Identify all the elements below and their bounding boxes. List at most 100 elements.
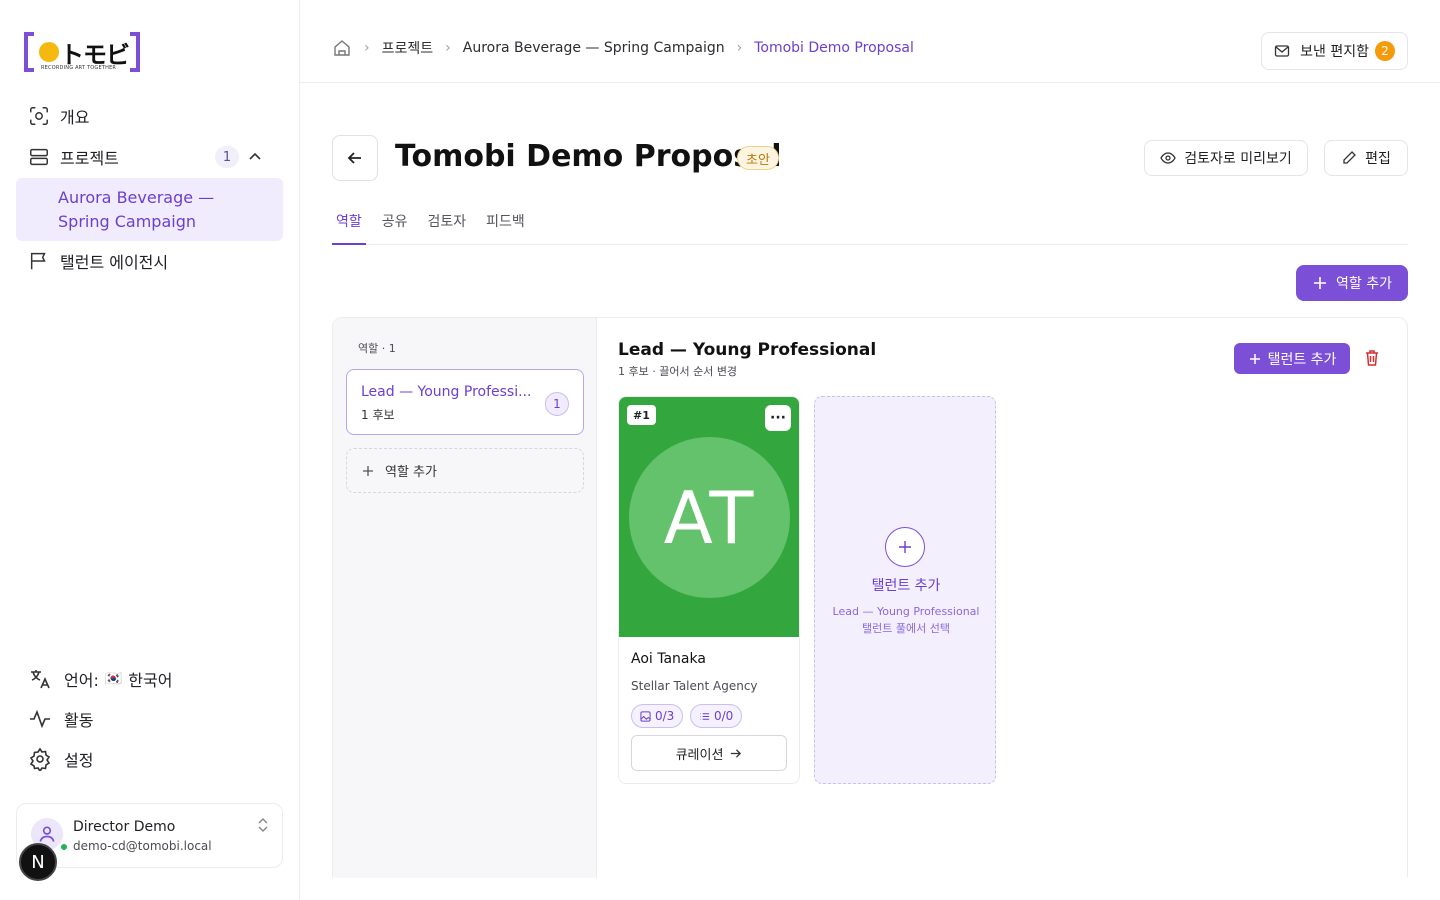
outbox-button[interactable]: 보낸 편지함 2: [1261, 32, 1408, 70]
top-bar: › 프로젝트 › Aurora Beverage — Spring Campai…: [300, 0, 1440, 83]
eye-icon: [1160, 152, 1176, 164]
page-tabs: 역할 공유 검토자 피드백: [332, 212, 1408, 245]
page-title: Tomobi Demo Proposal: [395, 139, 782, 174]
breadcrumb-current: Tomobi Demo Proposal: [754, 40, 914, 56]
role-item[interactable]: Lead — Young Professi... 1 후보 1: [346, 369, 584, 435]
sidebar-item-label: 탤런트 에이전시: [60, 253, 169, 272]
add-talent-slot[interactable]: 탤런트 추가 Lead — Young Professional 탤런트 풀에서…: [814, 396, 996, 784]
breadcrumb-projects[interactable]: 프로젝트: [382, 38, 434, 58]
add-slot-title: 탤런트 추가: [871, 578, 941, 594]
curate-button[interactable]: 큐레이션: [631, 735, 787, 771]
preview-as-reviewer-button[interactable]: 검토자로 미리보기: [1144, 140, 1308, 176]
add-role-button[interactable]: 역할 추가: [1296, 265, 1408, 301]
sidebar-subitem-aurora-campaign[interactable]: Aurora Beverage — Spring Campaign: [16, 178, 283, 241]
sidebar-item-settings[interactable]: 설정: [16, 742, 283, 776]
roles-panel: 역할 · 1 Lead — Young Professi... 1 후보 1 역…: [332, 317, 1408, 878]
dev-tools-badge[interactable]: N: [19, 843, 57, 881]
language-label: 언어:: [64, 671, 99, 690]
curate-label: 큐레이션: [675, 747, 724, 763]
tab-reviewers[interactable]: 검토자: [424, 212, 471, 245]
plus-icon: [363, 465, 373, 476]
chevron-up-down-icon: [258, 818, 268, 832]
chevron-right-icon: ›: [736, 40, 743, 56]
add-role-label: 역할 추가: [1336, 276, 1392, 292]
roles-count-header: 역할 · 1: [358, 342, 396, 355]
sidebar: トモビ RECORDING ART TOGETHER 개요 프로젝트 1 Aur…: [0, 0, 300, 900]
sidebar-item-label: 설정: [64, 751, 94, 770]
projects-icon: [28, 146, 50, 168]
add-slot-description: Lead — Young Professional 탤런트 풀에서 선택: [832, 605, 980, 635]
add-talent-label: 탤런트 추가: [1267, 351, 1337, 368]
plus-icon: [1314, 277, 1326, 289]
online-status-dot: [59, 842, 69, 852]
back-button[interactable]: [332, 135, 378, 181]
talent-initials-avatar: AT: [629, 437, 790, 598]
role-item-title: Lead — Young Professi...: [361, 384, 532, 400]
sidebar-item-activity[interactable]: 활동: [16, 702, 283, 736]
sidebar-item-label: 프로젝트: [60, 149, 119, 168]
sidebar-item-overview[interactable]: 개요: [16, 98, 283, 134]
talent-card[interactable]: AT #1 ··· Aoi Tanaka Stellar Talent Agen…: [618, 396, 800, 784]
flag-icon: [28, 250, 50, 272]
trash-icon[interactable]: [1364, 349, 1380, 367]
activity-icon: [28, 707, 52, 731]
chevron-right-icon: ›: [445, 40, 451, 56]
user-name: Director Demo: [73, 819, 176, 835]
outbox-label: 보낸 편지함: [1300, 44, 1369, 60]
projects-count-badge: 1: [215, 146, 239, 168]
translate-icon: [28, 667, 52, 691]
language-selector[interactable]: 언어: 🇰🇷 한국어: [16, 662, 283, 696]
talent-notes-count: 0/0: [714, 709, 734, 723]
chevron-up-icon[interactable]: [247, 149, 263, 165]
tab-share[interactable]: 공유: [378, 212, 412, 245]
tab-feedback[interactable]: 피드백: [482, 212, 529, 245]
overview-icon: [28, 105, 50, 127]
talent-photos-chip: 0/3: [631, 704, 684, 728]
role-detail-title: Lead — Young Professional: [618, 340, 877, 360]
preview-label: 검토자로 미리보기: [1184, 151, 1292, 167]
image-icon: [640, 710, 651, 722]
logo-bracket-right: [130, 32, 140, 72]
sidebar-item-label: 활동: [64, 711, 94, 730]
plus-circle-icon: [885, 527, 925, 567]
sidebar-item-projects[interactable]: 프로젝트 1: [16, 139, 283, 175]
language-value: 한국어: [128, 671, 173, 690]
user-email: demo-cd@tomobi.local: [73, 839, 212, 853]
edit-button[interactable]: 편집: [1324, 140, 1408, 176]
breadcrumb-campaign[interactable]: Aurora Beverage — Spring Campaign: [463, 40, 725, 56]
logo-dot: [39, 42, 59, 62]
chevron-right-icon: ›: [364, 40, 370, 56]
list-icon: [700, 712, 710, 720]
more-options-icon[interactable]: ···: [765, 405, 791, 431]
breadcrumb: › 프로젝트 › Aurora Beverage — Spring Campai…: [332, 38, 914, 58]
edit-label: 편집: [1365, 151, 1391, 167]
roles-list: 역할 · 1 Lead — Young Professi... 1 후보 1 역…: [333, 318, 597, 878]
mail-icon: [1274, 45, 1290, 57]
role-detail-subtitle: 1 후보 · 끌어서 순서 변경: [618, 365, 738, 378]
talent-notes-chip: 0/0: [690, 704, 743, 728]
add-role-inline-label: 역할 추가: [385, 465, 437, 480]
logo-tagline: RECORDING ART TOGETHER: [41, 65, 117, 71]
pencil-icon: [1343, 151, 1357, 164]
add-talent-button[interactable]: 탤런트 추가: [1234, 343, 1350, 374]
talent-agency: Stellar Talent Agency: [631, 679, 758, 693]
talent-name: Aoi Tanaka: [631, 651, 706, 667]
sidebar-item-talent-agency[interactable]: 탤런트 에이전시: [16, 243, 283, 279]
arrow-right-icon: [731, 748, 742, 758]
home-icon[interactable]: [332, 38, 352, 58]
korea-flag-icon: 🇰🇷: [104, 671, 123, 687]
sidebar-item-label: 개요: [60, 108, 90, 127]
settings-icon: [28, 747, 52, 773]
logo-bracket-left: [24, 32, 34, 72]
talent-photos-count: 0/3: [655, 709, 675, 723]
role-candidate-count: 1: [545, 392, 569, 416]
tomobi-logo[interactable]: トモビ RECORDING ART TOGETHER: [24, 32, 140, 74]
talent-rank-badge: #1: [627, 405, 656, 425]
add-role-inline-button[interactable]: 역할 추가: [346, 448, 584, 493]
status-badge: 초안: [737, 146, 779, 170]
plus-icon: [1249, 353, 1260, 364]
role-item-subtitle: 1 후보: [361, 408, 395, 422]
tab-roles[interactable]: 역할: [332, 212, 366, 245]
arrow-left-icon: [347, 152, 361, 164]
outbox-count-badge: 2: [1375, 41, 1395, 61]
